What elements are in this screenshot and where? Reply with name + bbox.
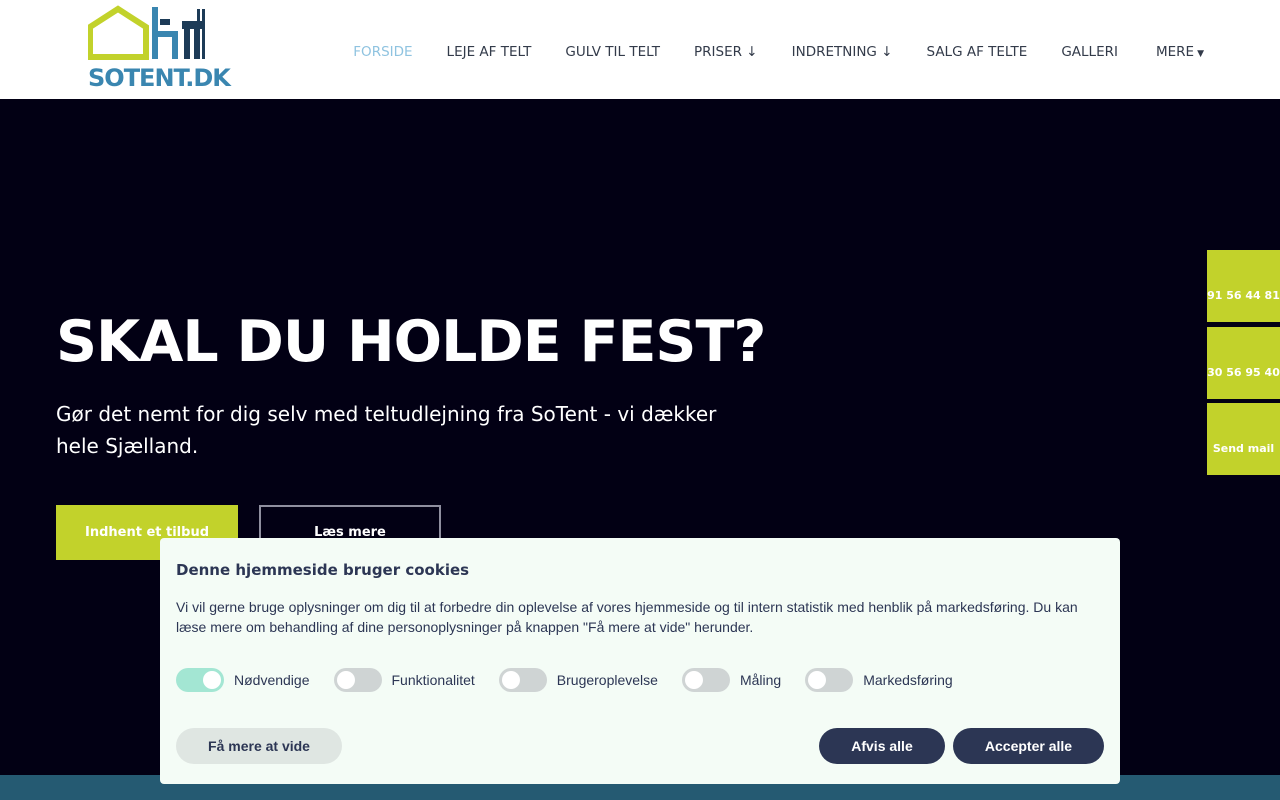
cookie-description: Vi vil gerne bruge oplysninger om dig ti…	[176, 599, 1078, 635]
nav-item-forside[interactable]: FORSIDE	[353, 44, 412, 60]
user-experience-toggle[interactable]	[498, 668, 547, 692]
nav-item-indretning[interactable]: INDRETNING ↓	[792, 44, 893, 60]
toggle-knob	[336, 671, 355, 689]
nav-item-galleri[interactable]: GALLERI	[1061, 44, 1118, 60]
toggle-knob	[203, 671, 221, 689]
phone-tab-2[interactable]: 30 56 95 40	[1207, 327, 1280, 399]
reject-all-button[interactable]: Afvis alle	[819, 728, 945, 764]
hero-title: SKAL DU HOLDE FEST?	[56, 309, 766, 375]
nav-item-salg-af-telte[interactable]: SALG AF TELTE	[927, 44, 1028, 60]
send-mail-tab-label: Send mail	[1212, 441, 1275, 455]
toggle-group-necessary: Nødvendige	[176, 668, 310, 692]
toggle-group-functionality: Funktionalitet	[333, 668, 475, 692]
cookie-title: Denne hjemmeside bruger cookies	[176, 561, 470, 579]
site-header: SOTENT.DK FORSIDE LEJE AF TELT GULV TIL …	[0, 0, 1280, 99]
toggle-knob	[501, 671, 520, 689]
phone-tab-2-label: 30 56 95 40	[1207, 365, 1280, 379]
toggle-group-user-experience: Brugeroplevelse	[498, 668, 658, 692]
marketing-toggle[interactable]	[805, 668, 854, 692]
send-mail-tab[interactable]: Send mail	[1207, 403, 1280, 475]
learn-more-button[interactable]: Få mere at vide	[176, 728, 342, 764]
cookie-consent-dialog: Denne hjemmeside bruger cookies Vi vil g…	[160, 538, 1120, 784]
nav-item-priser[interactable]: PRISER ↓	[694, 44, 758, 60]
toggle-knob	[808, 671, 827, 689]
cookie-toggles: Nødvendige Funktionalitet Brugeroplevels…	[176, 668, 977, 692]
user-experience-toggle-label: Brugeroplevelse	[556, 672, 658, 688]
toggle-group-measurement: Måling	[681, 668, 782, 692]
phone-tab-1[interactable]: 91 56 44 81	[1207, 250, 1280, 322]
necessary-toggle[interactable]	[176, 668, 224, 692]
main-nav: FORSIDE LEJE AF TELT GULV TIL TELT PRISE…	[319, 41, 1204, 63]
toggle-group-marketing: Markedsføring	[805, 668, 953, 692]
accept-all-button[interactable]: Accepter alle	[953, 728, 1104, 764]
nav-item-leje-af-telt[interactable]: LEJE AF TELT	[447, 44, 532, 60]
nav-item-mere-label: MERE	[1155, 44, 1195, 60]
functionality-toggle-label: Funktionalitet	[391, 672, 475, 688]
measurement-toggle-label: Måling	[739, 672, 782, 688]
logo-text: SOTENT.DK	[88, 64, 231, 92]
toggle-knob	[684, 671, 703, 689]
marketing-toggle-label: Markedsføring	[863, 672, 953, 688]
site-logo[interactable]: SOTENT.DK	[88, 5, 231, 95]
functionality-toggle[interactable]	[333, 668, 382, 692]
tent-furniture-logo-icon	[88, 5, 205, 60]
nav-item-mere[interactable]: MERE ▼	[1156, 44, 1204, 60]
hero-text: Gør det nemt for dig selv med teltudlejn…	[56, 402, 717, 458]
caret-down-icon: ▼	[1197, 49, 1204, 59]
necessary-toggle-label: Nødvendige	[234, 672, 310, 688]
nav-item-gulv-til-telt[interactable]: GULV TIL TELT	[565, 44, 660, 60]
phone-tab-1-label: 91 56 44 81	[1207, 288, 1280, 302]
measurement-toggle[interactable]	[681, 668, 730, 692]
